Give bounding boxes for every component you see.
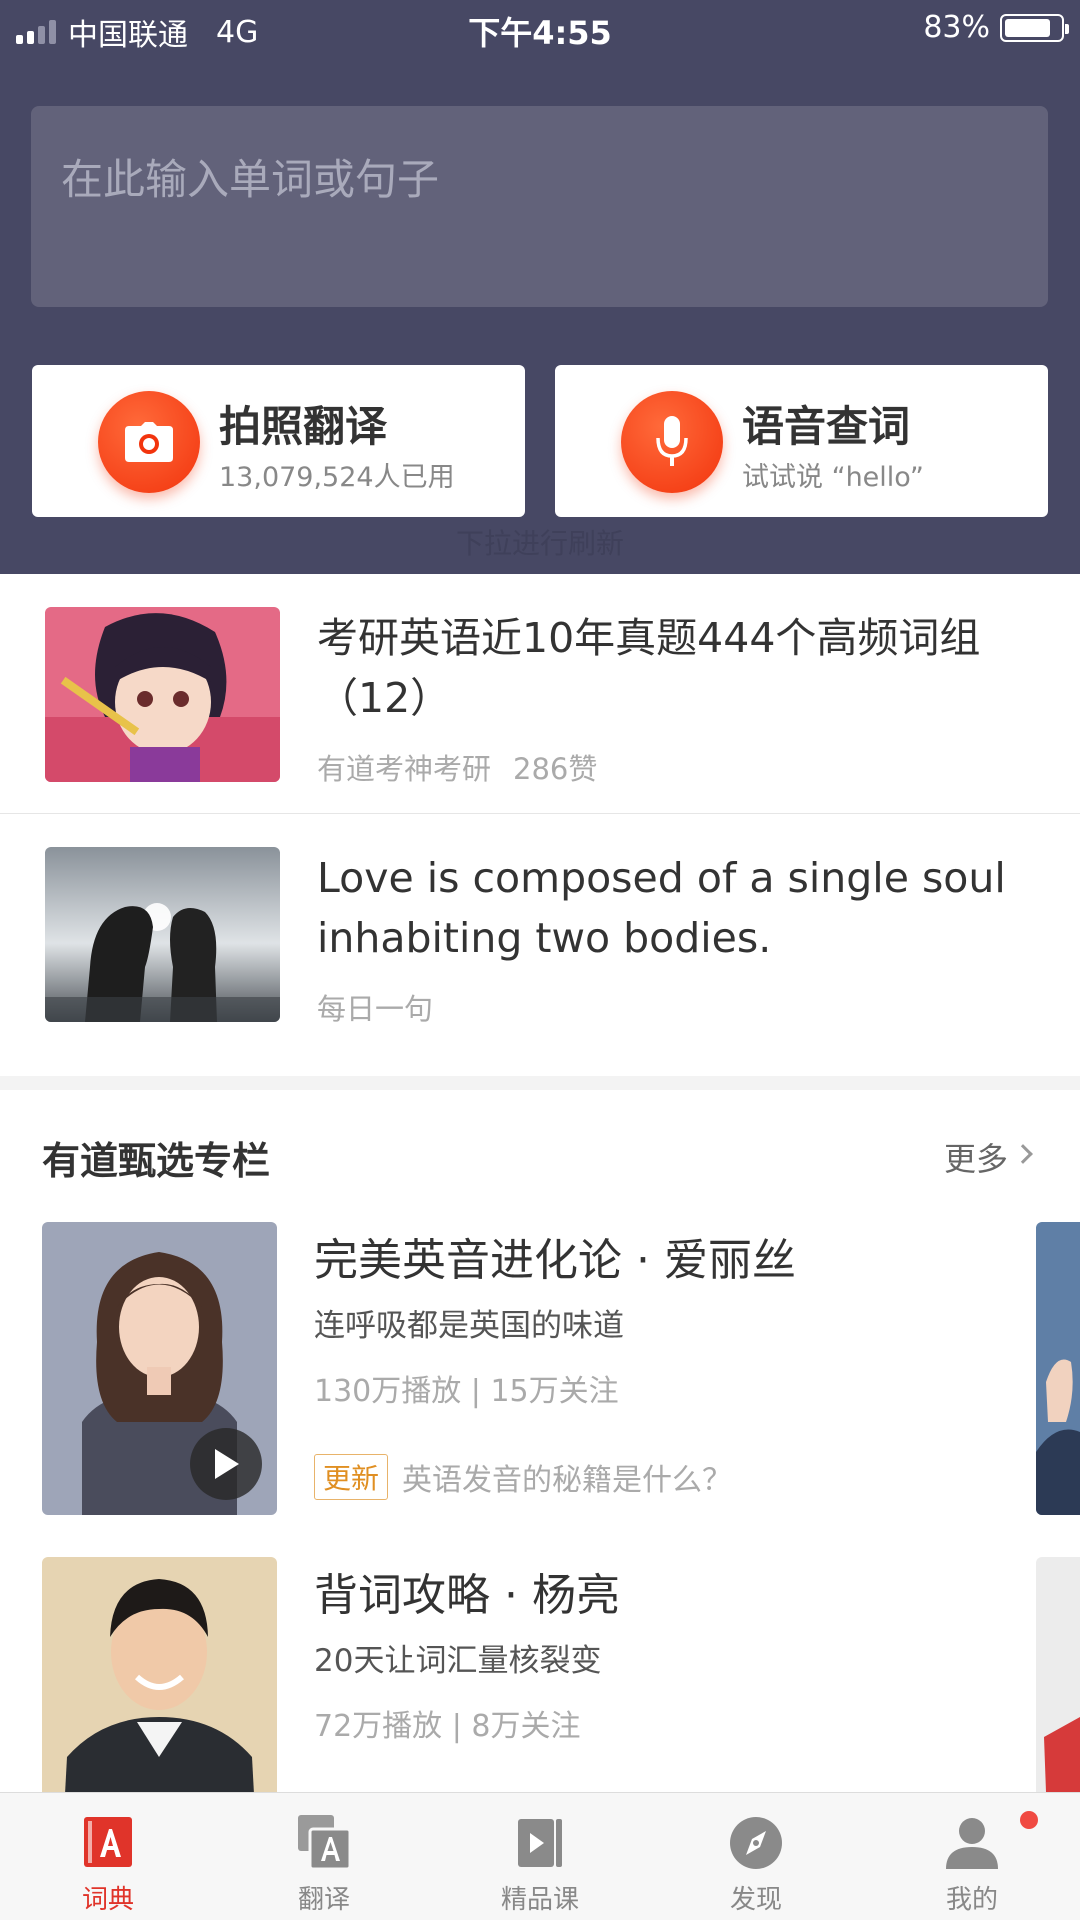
dictionary-icon: [78, 1813, 138, 1873]
status-right: 83%: [923, 10, 1069, 45]
daily-sentence-label: 每日一句: [317, 992, 434, 1026]
microphone-icon: [621, 391, 723, 493]
battery-percent: 83%: [923, 10, 990, 45]
search-placeholder: 在此输入单词或句子: [61, 155, 440, 204]
status-time: 下午4:55: [468, 14, 612, 52]
daily-sentence-item[interactable]: Love is composed of a single soul inhabi…: [0, 814, 1080, 1054]
section-divider: [0, 1076, 1080, 1090]
more-link[interactable]: 更多: [944, 1134, 1008, 1180]
tab-label: 我的: [945, 1885, 998, 1915]
course-title: 背词攻略 · 杨亮: [314, 1570, 620, 1621]
camera-icon: [98, 391, 200, 493]
course-stats: 72万播放 | 8万关注: [314, 1709, 581, 1744]
voice-lookup-title: 语音查词: [742, 402, 911, 451]
update-badge: 更新: [314, 1454, 389, 1500]
tab-profile[interactable]: 我的: [864, 1793, 1080, 1920]
profile-icon: [942, 1813, 1002, 1873]
article-likes: 286赞: [513, 752, 598, 786]
photo-translate-button[interactable]: 拍照翻译 13,079,524人已用: [32, 365, 525, 517]
tab-label: 精品课: [500, 1885, 579, 1915]
notification-badge: [1020, 1811, 1038, 1829]
chevron-right-icon: [1013, 1144, 1033, 1164]
tab-translate[interactable]: 翻译: [216, 1793, 432, 1920]
course-cover: [42, 1222, 277, 1515]
course-desc: 连呼吸都是英国的味道: [314, 1308, 624, 1344]
photo-translate-title: 拍照翻译: [219, 402, 388, 451]
play-button[interactable]: [190, 1428, 262, 1500]
voice-lookup-hint: 试试说 “hello”: [742, 462, 924, 493]
photo-translate-count: 13,079,524人已用: [219, 462, 455, 493]
tab-dictionary[interactable]: 词典: [0, 1793, 216, 1920]
header-panel: 中国联通 4G 下午4:55 83% 在此输入单词或句子 下拉进行刷新 拍照翻译…: [0, 0, 1080, 574]
article-meta: 有道考神考研 286赞: [317, 746, 597, 788]
update-text: 英语发音的秘籍是什么？: [402, 1463, 733, 1498]
search-box[interactable]: 在此输入单词或句子: [31, 106, 1048, 307]
voice-lookup-button[interactable]: 语音查词 试试说 “hello”: [555, 365, 1048, 517]
translate-icon: [294, 1813, 354, 1873]
article-source: 有道考神考研: [317, 752, 492, 786]
course-update: 更新 英语发音的秘籍是什么？: [314, 1454, 732, 1500]
article-thumbnail: [45, 607, 280, 782]
compass-icon: [726, 1813, 786, 1873]
battery-icon: [1000, 13, 1069, 42]
course-title: 完美英音进化论 · 爱丽丝: [314, 1235, 796, 1286]
column-section-header: 有道甄选专栏 更多: [0, 1130, 1080, 1183]
tab-discover[interactable]: 发现: [648, 1793, 864, 1920]
article-title: 考研英语近10年真题444个高频词组（12）: [317, 614, 981, 722]
bottom-tab-bar: 词典 翻译 精品课 发现 我的: [0, 1792, 1080, 1920]
course-icon: [510, 1813, 570, 1873]
article-item[interactable]: 考研英语近10年真题444个高频词组（12） 有道考神考研 286赞: [0, 574, 1080, 814]
tab-label: 发现: [729, 1885, 782, 1915]
tab-label: 词典: [81, 1885, 134, 1915]
next-card-peek[interactable]: [1036, 1222, 1080, 1515]
course-card[interactable]: 完美英音进化论 · 爱丽丝 连呼吸都是英国的味道 130万播放 | 15万关注 …: [0, 1222, 1080, 1522]
course-desc: 20天让词汇量核裂变: [314, 1643, 602, 1679]
course-stats: 130万播放 | 15万关注: [314, 1374, 619, 1409]
pull-refresh-hint: 下拉进行刷新: [455, 527, 624, 560]
tab-courses[interactable]: 精品课: [432, 1793, 648, 1920]
tab-label: 翻译: [297, 1885, 350, 1915]
daily-sentence-thumbnail: [45, 847, 280, 1022]
status-bar: 中国联通 4G 下午4:55 83%: [0, 0, 1080, 54]
daily-sentence-text: Love is composed of a single soul inhabi…: [317, 854, 1006, 962]
section-title: 有道甄选专栏: [42, 1139, 271, 1183]
